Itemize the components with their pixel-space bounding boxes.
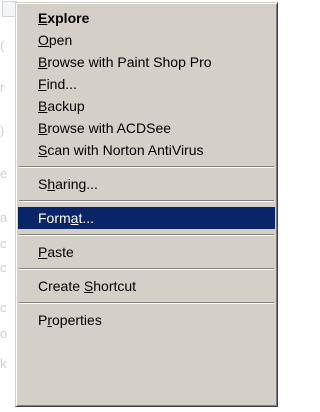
background-fragment: r (0, 80, 5, 95)
menu-separator (19, 302, 274, 304)
menu-item-browse-with-paint-shop-pro[interactable]: Browse with Paint Shop Pro (18, 51, 275, 73)
background-fragment: c (0, 300, 7, 315)
menu-item-format[interactable]: Format... (18, 207, 275, 229)
context-menu: Explore Open Browse with Paint Shop Pro Fin… (15, 2, 278, 407)
menu-item-open[interactable]: Open (18, 29, 275, 51)
menu-item-label: Paste (38, 244, 74, 260)
menu-separator (19, 166, 274, 168)
menu-item-label: Create Shortcut (38, 278, 137, 294)
background-fragment: ( (0, 38, 5, 53)
menu-item-paste[interactable]: Paste (18, 241, 275, 263)
menu-item-label: Backup (38, 98, 85, 114)
background-fragment: c (0, 236, 7, 251)
menu-item-sharing[interactable]: Sharing... (18, 173, 275, 195)
background-fragment: ) (0, 123, 5, 138)
menu-item-label: Scan with Norton AntiVirus (38, 142, 204, 158)
menu-item-find[interactable]: Find... (18, 73, 275, 95)
menu-item-label: Explore (38, 10, 90, 26)
background-fragment: c (0, 260, 7, 275)
menu-item-scan-with-norton-antivirus[interactable]: Scan with Norton AntiVirus (18, 139, 275, 161)
menu-separator (19, 234, 274, 236)
background-fragment: a (0, 210, 8, 225)
menu-item-label: Properties (38, 312, 102, 328)
menu-item-label: Open (38, 32, 73, 48)
menu-item-label: Find... (38, 76, 77, 92)
menu-separator (19, 200, 274, 202)
menu-item-label: Browse with ACDSee (38, 120, 172, 136)
menu-separator (19, 268, 274, 270)
menu-item-properties[interactable]: Properties (18, 309, 275, 331)
menu-item-backup[interactable]: Backup (18, 95, 275, 117)
background-fragment: o (0, 326, 8, 341)
menu-item-explore[interactable]: Explore (18, 7, 275, 29)
menu-item-create-shortcut[interactable]: Create Shortcut (18, 275, 275, 297)
background-fragment: k (0, 356, 7, 371)
menu-item-label: Format... (38, 210, 95, 226)
background-fragment: e (0, 166, 8, 181)
menu-item-label: Sharing... (38, 176, 98, 192)
menu-item-browse-with-acdsee[interactable]: Browse with ACDSee (18, 117, 275, 139)
menu-item-label: Browse with Paint Shop Pro (38, 54, 212, 70)
